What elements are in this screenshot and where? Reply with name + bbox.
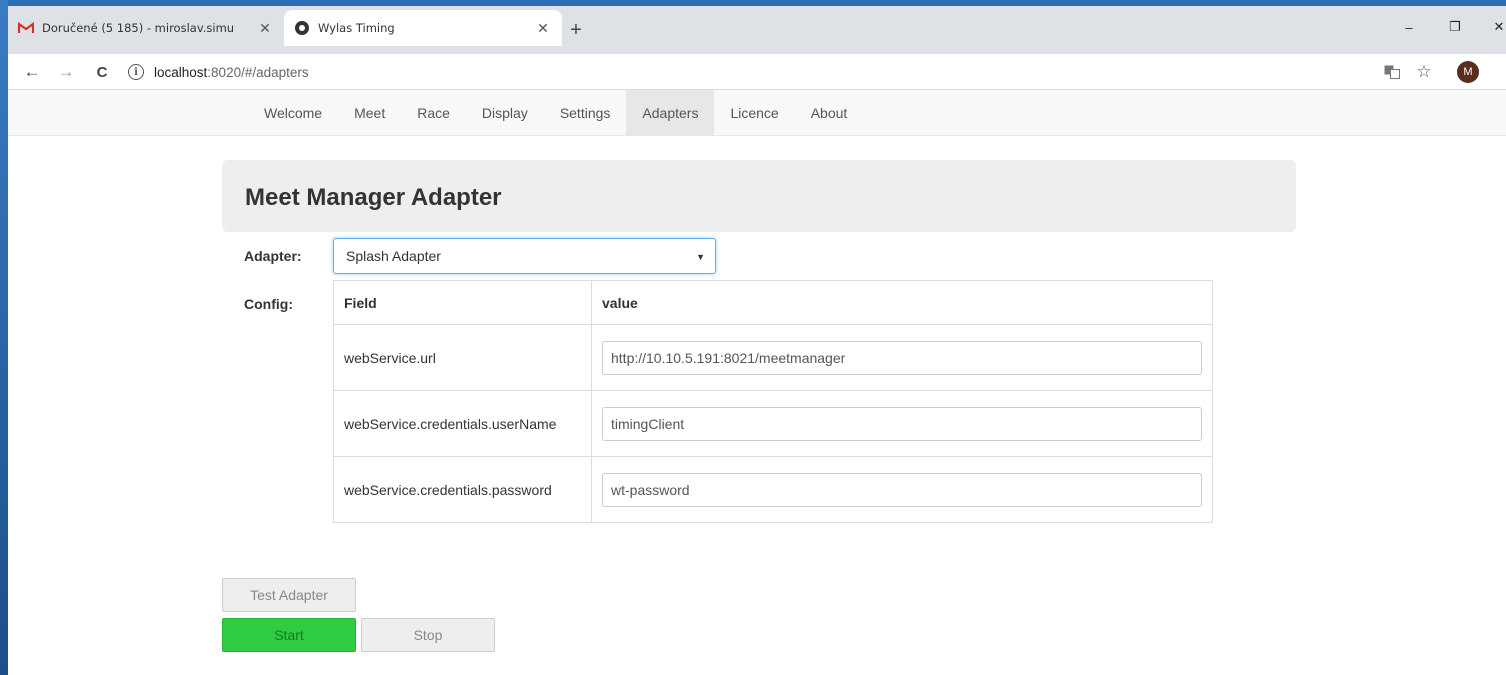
tab-strip: Doručené (5 185) - miroslav.simu ✕ Wylas… <box>8 0 1506 54</box>
table-row: webService.url http://10.10.5.191:8021/m… <box>333 324 1213 391</box>
password-input[interactable]: wt-password <box>602 472 1202 507</box>
nav-item-meet[interactable]: Meet <box>338 90 401 136</box>
browser-window: Doručené (5 185) - miroslav.simu ✕ Wylas… <box>8 0 1506 675</box>
start-button[interactable]: Start <box>222 618 356 652</box>
url-input[interactable]: http://10.10.5.191:8021/meetmanager <box>602 340 1202 375</box>
config-table: Field value webService.url http://10.10.… <box>333 280 1213 523</box>
close-icon[interactable]: ✕ <box>534 19 552 37</box>
address-bar[interactable]: i localhost:8020/#/adapters <box>128 58 1348 86</box>
restore-button[interactable]: ❐ <box>1440 14 1470 40</box>
nav-item-race[interactable]: Race <box>401 90 466 136</box>
nav-item-licence[interactable]: Licence <box>714 90 794 136</box>
url-host: localhost <box>154 64 208 80</box>
close-icon[interactable]: ✕ <box>256 19 274 37</box>
adapter-select[interactable]: Splash Adapter ▼ <box>333 238 716 274</box>
desktop-background <box>0 0 8 675</box>
nav-item-welcome[interactable]: Welcome <box>248 90 338 136</box>
nav-item-settings[interactable]: Settings <box>544 90 627 136</box>
reload-button[interactable]: C <box>88 58 116 86</box>
back-button[interactable]: ← <box>18 58 46 86</box>
column-header-value: value <box>602 294 638 311</box>
tab-title: Wylas Timing <box>318 21 395 35</box>
tab-wylas-timing[interactable]: Wylas Timing ✕ <box>284 10 562 46</box>
nav-item-display[interactable]: Display <box>466 90 544 136</box>
gmail-icon <box>18 20 34 36</box>
bookmark-star-icon[interactable]: ☆ <box>1412 58 1436 86</box>
column-header-field: Field <box>333 280 592 325</box>
nav-item-adapters[interactable]: Adapters <box>626 90 715 136</box>
new-tab-button[interactable]: + <box>564 18 588 42</box>
info-icon[interactable]: i <box>128 64 144 80</box>
table-header-row: Field value <box>333 280 1213 325</box>
url-path: :8020/#/adapters <box>207 64 309 80</box>
test-adapter-button[interactable]: Test Adapter <box>222 578 356 612</box>
page-title: Meet Manager Adapter <box>245 184 502 211</box>
adapter-select-value: Splash Adapter <box>346 248 441 264</box>
avatar: M <box>1457 61 1479 83</box>
page-header-panel: Meet Manager Adapter <box>222 160 1296 232</box>
field-name: webService.credentials.userName <box>333 390 592 457</box>
translate-icon[interactable] <box>1380 58 1404 86</box>
profile-button[interactable]: M <box>1454 58 1482 86</box>
tab-title: Doručené (5 185) - miroslav.simu <box>42 21 235 35</box>
username-input[interactable]: timingClient <box>602 406 1202 441</box>
app-navbar: Welcome Meet Race Display Settings Adapt… <box>8 90 1506 136</box>
minimize-button[interactable]: – <box>1394 14 1424 40</box>
table-row: webService.credentials.password wt-passw… <box>333 456 1213 523</box>
nav-item-about[interactable]: About <box>795 90 864 136</box>
config-label: Config: <box>244 296 293 312</box>
nav-list: Welcome Meet Race Display Settings Adapt… <box>248 90 863 136</box>
forward-button[interactable]: → <box>52 58 80 86</box>
table-row: webService.credentials.userName timingCl… <box>333 390 1213 457</box>
wylas-icon <box>294 20 310 36</box>
tab-gmail[interactable]: Doručené (5 185) - miroslav.simu ✕ <box>8 10 284 46</box>
adapter-label: Adapter: <box>244 248 302 264</box>
chevron-down-icon: ▼ <box>696 252 705 262</box>
window-close-button[interactable]: ✕ <box>1484 14 1506 40</box>
browser-toolbar: ← → C i localhost:8020/#/adapters ☆ M <box>8 54 1506 90</box>
stop-button[interactable]: Stop <box>361 618 495 652</box>
field-name: webService.credentials.password <box>333 456 592 523</box>
field-name: webService.url <box>333 324 592 391</box>
